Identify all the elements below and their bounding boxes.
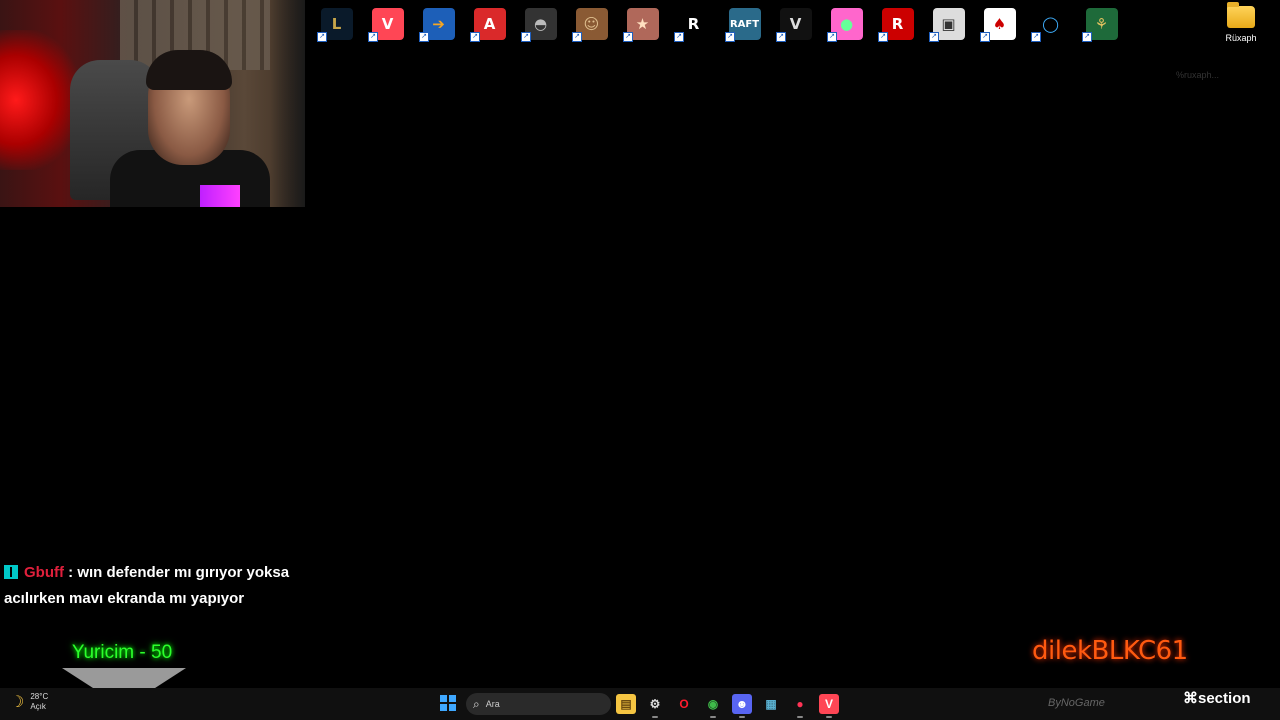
search-icon: ⌕ <box>473 696 480 711</box>
shortcut-arrow-icon: ↗ <box>878 32 888 42</box>
shortcut-arrow-icon: ↗ <box>521 32 531 42</box>
shortcut-arrow-icon: ↗ <box>470 32 480 42</box>
rockstar-launcher-icon[interactable]: R ↗ <box>872 4 923 44</box>
shortcut-arrow-icon: ↗ <box>623 32 633 42</box>
league-of-legends-icon[interactable]: L ↗ <box>311 4 362 44</box>
folder-icon <box>1227 2 1255 28</box>
chrome-icon[interactable]: ◉ <box>703 694 723 718</box>
hitman-portrait-icon[interactable]: ☺ ↗ <box>566 4 617 44</box>
shortcut-arrow-icon: ↗ <box>317 32 327 42</box>
file-explorer-icon[interactable]: ▤ <box>616 694 636 714</box>
bynogame-logo: ByNoGame <box>1048 697 1105 709</box>
start-button[interactable] <box>440 695 456 711</box>
chat-message: Gbuff : wın defender mı gırıyor yoksa ac… <box>4 560 324 612</box>
shortcut-arrow-icon: ↗ <box>980 32 990 42</box>
shortcut-arrow-icon: ↗ <box>1082 32 1092 42</box>
chat-line-1: Gbuff : wın defender mı gırıyor yoksa <box>4 560 324 586</box>
window-icon[interactable]: ▦ <box>761 694 781 714</box>
dragon-game-icon[interactable]: ⚘ ↗ <box>1076 4 1127 44</box>
taskbar-app-list: ▤ ⚙ O ◉ ☻ ▦ ● V <box>616 694 839 718</box>
shortcut-arrow-icon: ↗ <box>419 32 429 42</box>
gta-v-icon[interactable]: V ↗ <box>770 4 821 44</box>
game-overlay-icon[interactable]: ▣ ↗ <box>923 4 974 44</box>
chat-text-2: acılırken mavı ekranda mı yapıyor <box>4 590 245 607</box>
channel-watermark: dilekBLKC61 <box>1032 636 1188 666</box>
raft-icon[interactable]: RAFT ↗ <box>719 4 770 44</box>
shortcut-arrow-icon: ↗ <box>572 32 582 42</box>
counter-strike-icon[interactable]: ➔ ↗ <box>413 4 464 44</box>
desktop-icon-row: L ↗ V ↗ ➔ ↗ A ↗ ◓ ↗ ☺ ↗ ★ ↗ R ↗ RAFT ↗ V ↗ ● ↗ R ↗ ▣ ↗ ♠ ↗ ◯ ↗ ⚘ ↗ <box>311 4 1127 44</box>
obs-ring-icon[interactable]: ◯ ↗ <box>1025 4 1076 44</box>
chat-badge-icon <box>4 565 18 579</box>
battlefield-icon[interactable]: ★ ↗ <box>617 4 668 44</box>
weather-widget[interactable]: ☽ 28°C Açık <box>10 692 48 712</box>
shortcut-arrow-icon: ↗ <box>776 32 786 42</box>
solitaire-icon[interactable]: ♠ ↗ <box>974 4 1025 44</box>
folder-label: Rüxaph <box>1225 33 1257 43</box>
running-indicator <box>739 716 745 718</box>
moon-icon: ☽ <box>10 694 25 711</box>
weather-temp: 28°C <box>30 692 49 701</box>
taskbar-search[interactable]: ⌕ Ara <box>466 693 611 715</box>
faint-desktop-text: %ruxaph... <box>1176 70 1220 80</box>
shortcut-arrow-icon: ↗ <box>368 32 378 42</box>
shortcut-arrow-icon: ↗ <box>1031 32 1041 42</box>
chat-separator: : <box>63 564 78 581</box>
desktop-folder[interactable]: Rüxaph <box>1220 2 1262 43</box>
steam-icon[interactable]: ⚙ <box>645 694 665 718</box>
weather-desc: Açık <box>30 702 46 711</box>
chat-text-1: wın defender mı gırıyor yoksa <box>77 564 290 581</box>
red-app-icon[interactable]: ● <box>790 694 810 718</box>
shortcut-arrow-icon: ↗ <box>674 32 684 42</box>
search-placeholder: Ara <box>485 699 500 709</box>
running-indicator <box>710 716 716 718</box>
running-indicator <box>797 716 803 718</box>
shortcut-arrow-icon: ↗ <box>929 32 939 42</box>
running-indicator <box>826 716 832 718</box>
shortcut-arrow-icon: ↗ <box>725 32 735 42</box>
chat-username: Gbuff <box>24 564 64 581</box>
shortcut-arrow-icon: ↗ <box>827 32 837 42</box>
windows-logo-icon <box>440 695 447 702</box>
running-indicator <box>652 716 658 718</box>
discord-icon[interactable]: ☻ <box>732 694 752 718</box>
goal-text: Yuricim - 50 <box>71 642 173 663</box>
webcam-overlay <box>0 0 305 207</box>
section-brand-logo: ⌘section <box>1183 690 1251 707</box>
riot-client-icon[interactable]: R ↗ <box>668 4 719 44</box>
apex-legends-icon[interactable]: A ↗ <box>464 4 515 44</box>
fall-guys-icon[interactable]: ● ↗ <box>821 4 872 44</box>
valorant-taskbar-icon[interactable]: V <box>819 694 839 718</box>
pubg-icon[interactable]: ◓ ↗ <box>515 4 566 44</box>
valorant-icon[interactable]: V ↗ <box>362 4 413 44</box>
opera-icon[interactable]: O <box>674 694 694 714</box>
